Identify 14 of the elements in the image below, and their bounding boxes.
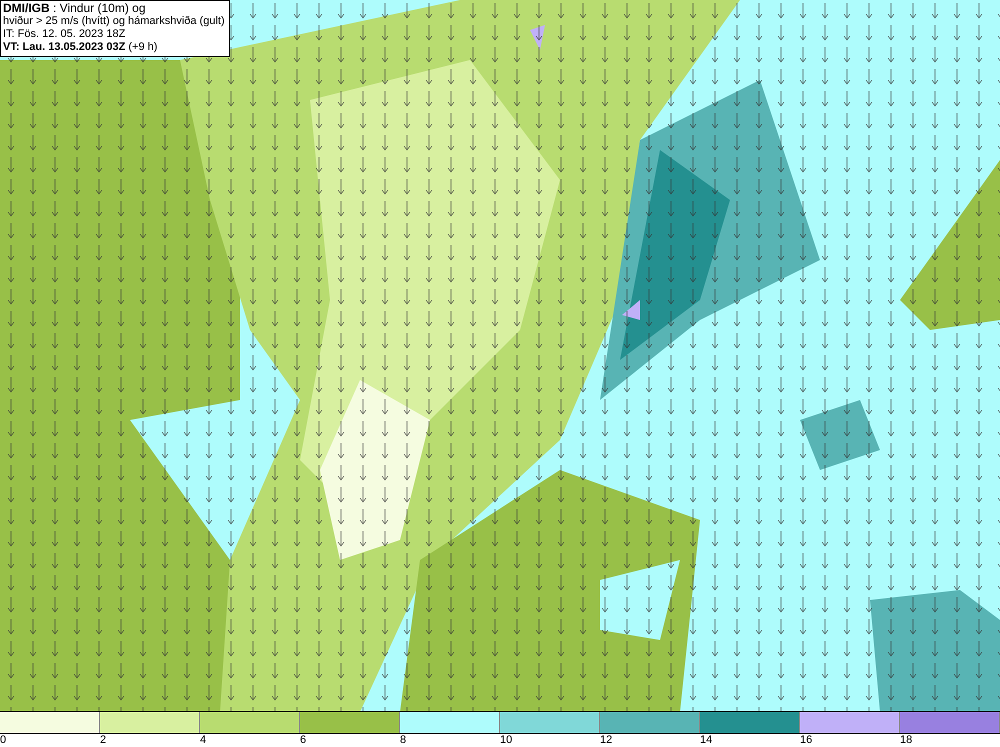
scale-tick-label: 8 — [400, 734, 408, 747]
scale-tick-label: 4 — [200, 734, 208, 747]
scale-tick-label: 2 — [100, 734, 108, 747]
legend-line: IT: Fös. 12. 05. 2023 18Z — [3, 28, 126, 41]
scale-tick-label: 10 — [500, 734, 514, 747]
scale-tick-label: 0 — [0, 734, 8, 747]
scale-tick-label: 14 — [700, 734, 714, 747]
scale-tick-label: 18 — [900, 734, 914, 747]
legend-line: DMI/IGB : Vindur (10m) og — [3, 2, 146, 15]
legend-line: hviður > 25 m/s (hvítt) og hámarkshviða (gult) — [3, 15, 225, 28]
scale-tick-label: 12 — [600, 734, 614, 747]
scale-tick-label: 16 — [800, 734, 814, 747]
scale-tick-label: 6 — [300, 734, 308, 747]
legend-line: VT: Lau. 13.05.2023 03Z (+9 h) — [3, 41, 158, 54]
